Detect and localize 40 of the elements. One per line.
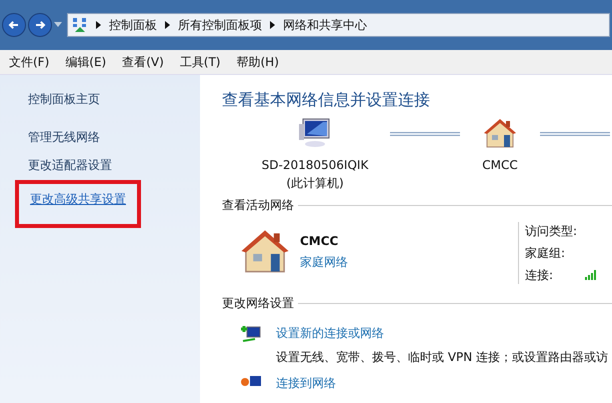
task-link[interactable]: 连接到网络 xyxy=(276,374,336,392)
chevron-icon xyxy=(96,21,101,29)
control-panel-icon xyxy=(72,17,88,33)
forward-button[interactable] xyxy=(28,13,52,37)
signal-icon xyxy=(585,270,597,280)
node-note: (此计算机) xyxy=(286,175,344,192)
chevron-icon xyxy=(270,21,275,29)
network-name: CMCC xyxy=(300,233,338,250)
property-label: 访问类型: xyxy=(525,223,578,240)
computer-icon xyxy=(299,118,331,148)
network-icon xyxy=(240,374,262,386)
menu-item[interactable]: 编辑(E) xyxy=(65,53,106,71)
menu-item[interactable]: 帮助(H) xyxy=(236,53,279,71)
house-icon xyxy=(483,118,517,148)
sidebar-link[interactable]: 更改高级共享设置 xyxy=(30,192,126,206)
address-bar[interactable]: 控制面板 所有控制面板项 网络和共享中心 xyxy=(67,13,610,37)
sidebar-link[interactable]: 更改适配器设置 xyxy=(28,156,112,174)
network-plus-icon xyxy=(240,324,262,344)
section-heading: 更改网络设置 xyxy=(222,295,294,312)
node-name: SD-20180506IQIK xyxy=(262,157,368,174)
task-link[interactable]: 设置新的连接或网络 xyxy=(276,324,384,342)
sidebar-link[interactable]: 管理无线网络 xyxy=(28,128,100,146)
breadcrumb-item[interactable]: 所有控制面板项 xyxy=(178,16,262,34)
menu-item[interactable]: 文件(F) xyxy=(9,53,50,71)
property-label: 连接: xyxy=(525,267,554,284)
property-label: 家庭组: xyxy=(525,245,566,262)
dropdown-icon xyxy=(54,22,62,28)
menu-item[interactable]: 工具(T) xyxy=(180,53,220,71)
chevron-icon xyxy=(165,21,170,29)
menu-item[interactable]: 查看(V) xyxy=(122,53,164,71)
house-icon xyxy=(240,228,290,274)
breadcrumb-item[interactable]: 网络和共享中心 xyxy=(283,16,367,34)
task-description: 设置无线、宽带、拨号、临时或 VPN 连接；或设置路由器或访 xyxy=(276,349,608,366)
sidebar-link[interactable]: 控制面板主页 xyxy=(28,90,100,108)
section-heading: 查看活动网络 xyxy=(222,197,294,214)
back-button[interactable] xyxy=(2,13,26,37)
page-title: 查看基本网络信息并设置连接 xyxy=(222,89,431,111)
breadcrumb-item[interactable]: 控制面板 xyxy=(109,16,157,34)
node-name: CMCC xyxy=(482,157,518,174)
network-type-link[interactable]: 家庭网络 xyxy=(300,253,348,271)
